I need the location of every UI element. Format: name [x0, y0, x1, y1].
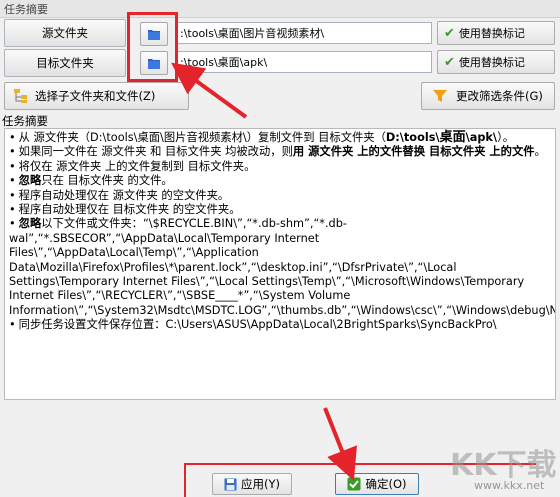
summary-text-segment: 程序自动处理仅在 目标文件夹 的空文件夹。	[18, 203, 241, 217]
save-icon	[224, 478, 237, 490]
summary-text-segment: 以下文件或文件夹：“\$RECYCLE.BIN\”,“*.db-shm”,“*.…	[9, 217, 555, 317]
summary-item: 将仅在 源文件夹 上的文件复制到 目标文件夹。	[9, 160, 551, 174]
target-folder-label: 目标文件夹	[36, 56, 94, 70]
checkmark-icon: ✔	[444, 54, 455, 70]
source-replace-button[interactable]: ✔ 使用替换标记	[437, 21, 555, 45]
summary-text-segment: ）。	[497, 131, 515, 144]
summary-text-segment: D:\tools\	[385, 131, 440, 144]
summary-text-segment: 如果同一文件在 源文件夹 和 目标文件夹 均被改动，则	[18, 145, 293, 159]
annotation-arrow-up	[171, 62, 248, 119]
change-filter-button[interactable]: 更改筛选条件(G)	[421, 82, 555, 110]
watermark-logo: KK下载 www.kkx.net	[440, 440, 560, 497]
source-path-input[interactable]: :\tools\桌面\图片音视频素材\	[175, 22, 432, 44]
summary-heading: 任务摘要	[2, 114, 48, 128]
choose-subfolders-label: 选择子文件夹和文件(Z)	[35, 89, 156, 103]
green-check-icon	[347, 477, 361, 491]
target-path-text: :\tools\桌面\apk\	[180, 56, 268, 69]
summary-item: 如果同一文件在 源文件夹 和 目标文件夹 均被改动，则用 源文件夹 上的文件替换…	[9, 145, 551, 159]
ok-button[interactable]: 确定(O)	[335, 473, 419, 495]
summary-item: 忽略以下文件或文件夹：“\$RECYCLE.BIN\”,“*.db-shm”,“…	[9, 217, 555, 318]
change-filter-label: 更改筛选条件(G)	[456, 89, 543, 103]
target-path-input[interactable]: :\tools\桌面\apk\	[175, 51, 432, 73]
watermark-url: www.kkx.net	[474, 479, 545, 492]
target-folder-button[interactable]: 目标文件夹	[4, 49, 126, 77]
title-bar: 任务摘要	[0, 0, 560, 18]
annotation-arrow-down	[323, 407, 357, 481]
source-browse-button[interactable]	[140, 22, 168, 46]
folder-icon	[148, 30, 160, 40]
window-title: 任务摘要	[4, 3, 48, 16]
source-replace-label: 使用替换标记	[458, 27, 525, 40]
target-replace-label: 使用替换标记	[458, 56, 525, 69]
folder-icon	[148, 59, 160, 69]
source-folder-label: 源文件夹	[42, 26, 88, 40]
summary-text-segment: 只在 目标文件夹 的文件。	[41, 174, 173, 188]
summary-text-segment: 同步任务设置文件保存位置：C:\Users\ASUS\AppData\Local…	[18, 318, 497, 332]
folder-tree-icon	[14, 89, 27, 103]
summary-text-segment: 桌面	[439, 130, 466, 145]
summary-text-segment: 从 源文件夹（D:\tools\桌面\图片音视频素材\）复制文件到 目标文件夹（	[18, 131, 386, 144]
summary-item: 程序自动处理仅在 目标文件夹 的空文件夹。	[9, 203, 551, 217]
summary-item: 从 源文件夹（D:\tools\桌面\图片音视频素材\）复制文件到 目标文件夹（…	[9, 130, 551, 145]
apply-button[interactable]: 应用(Y)	[212, 473, 292, 495]
target-replace-button[interactable]: ✔ 使用替换标记	[437, 50, 555, 74]
checkmark-icon: ✔	[444, 25, 455, 41]
summary-text-segment: 。	[534, 145, 546, 159]
watermark-brand: KK下载	[450, 448, 557, 483]
apply-label: 应用(Y)	[241, 477, 280, 491]
source-folder-button[interactable]: 源文件夹	[4, 19, 126, 47]
task-summary-text: 从 源文件夹（D:\tools\桌面\图片音视频素材\）复制文件到 目标文件夹（…	[4, 128, 556, 400]
summary-text-segment: 用 源文件夹 上的文件替换 目标文件夹 上的文件	[292, 145, 535, 159]
source-path-text: :\tools\桌面\图片音视频素材\	[180, 27, 325, 40]
summary-text-segment: 将仅在 源文件夹 上的文件复制到 目标文件夹。	[18, 159, 256, 173]
choose-subfolders-button[interactable]: 选择子文件夹和文件(Z)	[4, 82, 189, 110]
summary-text-segment: \apk\	[465, 131, 498, 144]
summary-text-segment: 程序自动处理仅在 源文件夹 的空文件夹。	[18, 188, 230, 202]
summary-item: 同步任务设置文件保存位置：C:\Users\ASUS\AppData\Local…	[9, 318, 551, 332]
target-browse-button[interactable]	[140, 51, 168, 75]
summary-text-segment: 忽略	[18, 217, 42, 231]
summary-item: 程序自动处理仅在 源文件夹 的空文件夹。	[9, 189, 551, 203]
ok-label: 确定(O)	[365, 477, 407, 491]
summary-item: 忽略只在 目标文件夹 的文件。	[9, 174, 551, 188]
summary-text-segment: 忽略	[18, 174, 42, 188]
filter-icon	[433, 90, 447, 102]
